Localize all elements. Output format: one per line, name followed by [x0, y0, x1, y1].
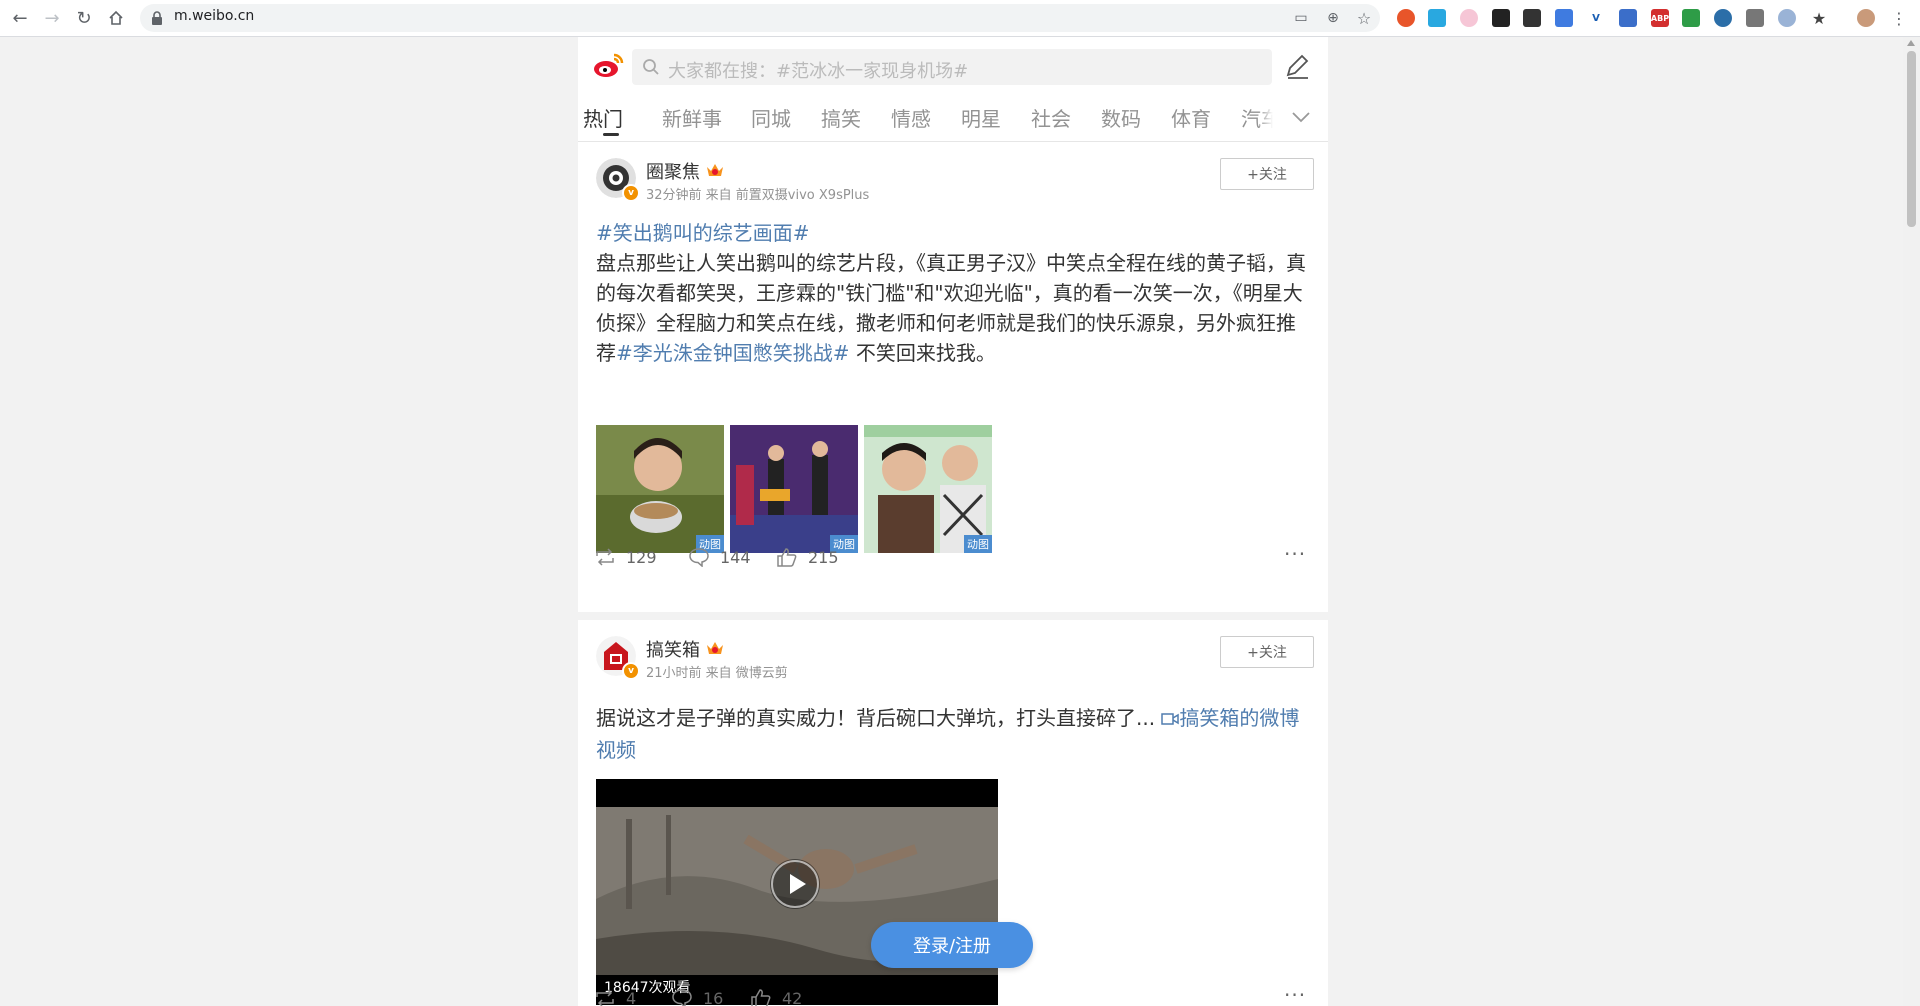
weibo-page: 大家都在搜：#范冰冰一家现身机场# 热门 新鲜事 同城 搞笑 情感 明星 社会 …	[578, 37, 1328, 1006]
tab-stars[interactable]: 明星	[961, 103, 1001, 132]
scroll-up-arrow-icon[interactable]	[1907, 40, 1915, 46]
vip-crown-icon	[706, 162, 724, 178]
tab-emotion[interactable]: 情感	[891, 103, 931, 132]
bookmark-star-icon[interactable]: ☆	[1355, 9, 1373, 28]
zoom-icon[interactable]: ⊕	[1324, 9, 1342, 27]
repost-button[interactable]: 4	[594, 983, 636, 1006]
menu-dots-icon[interactable]: ⋮	[1890, 9, 1908, 28]
category-tabs: 热门 新鲜事 同城 搞笑 情感 明星 社会 数码 体育 汽车	[578, 101, 1328, 136]
repost-count: 4	[626, 988, 637, 1006]
browser-toolbar: ← → ↻ m.weibo.cn ▭ ⊕ ☆ V ABP ★ ⋮	[0, 0, 1920, 37]
home-icon[interactable]	[104, 6, 128, 30]
like-button[interactable]: 42	[750, 983, 802, 1006]
post-image[interactable]: 动图	[864, 425, 992, 553]
reload-icon[interactable]: ↻	[72, 6, 96, 30]
extension-blue-circle-icon[interactable]	[1778, 9, 1796, 27]
comment-button[interactable]: 16	[671, 983, 723, 1006]
repost-icon	[596, 548, 614, 566]
comment-button[interactable]: 144	[688, 542, 751, 572]
follow-button[interactable]: +关注	[1220, 636, 1314, 668]
post-text: #笑出鹅叫的综艺画面# 盘点那些让人笑出鹅叫的综艺片段，《真正男子汉》中笑点全程…	[596, 218, 1310, 368]
post-body-text: 据说这才是子弹的真实威力！背后碗口大弹坑，打头直接碎了...	[596, 706, 1156, 730]
comment-count: 144	[720, 547, 751, 567]
cast-icon[interactable]: ▭	[1292, 9, 1310, 27]
more-options-icon[interactable]: ···	[1284, 542, 1306, 566]
compose-pencil-icon[interactable]	[1282, 51, 1312, 81]
video-player[interactable]: 18647次观看	[596, 779, 998, 1005]
extensions-star-icon[interactable]: ★	[1810, 9, 1828, 28]
page-scrollbar[interactable]	[1903, 37, 1920, 1006]
tab-local[interactable]: 同城	[751, 103, 791, 132]
tab-funny[interactable]: 搞笑	[821, 103, 861, 132]
post-actions-2: 4 16 42 ···	[578, 983, 1328, 1006]
post-meta: 32分钟前 来自 前置双摄vivo X9sPlus	[646, 188, 870, 203]
login-register-button[interactable]: 登录/注册	[871, 922, 1033, 968]
url-text[interactable]: m.weibo.cn	[174, 8, 254, 24]
chevron-down-icon[interactable]	[1290, 109, 1312, 123]
feed-post: v 圈聚焦 32分钟前 来自 前置双摄vivo X9sPlus +关注 #笑出鹅…	[578, 142, 1328, 612]
comment-icon	[672, 989, 692, 1006]
post-topic-link[interactable]: #笑出鹅叫的综艺画面#	[596, 218, 1310, 248]
search-icon	[642, 58, 660, 76]
vip-crown-icon	[706, 640, 724, 656]
post-image[interactable]: 动图	[730, 425, 858, 553]
extension-pink-icon[interactable]	[1460, 9, 1478, 27]
lock-icon	[150, 10, 166, 26]
tab-sports[interactable]: 体育	[1171, 103, 1211, 132]
search-box[interactable]: 大家都在搜：#范冰冰一家现身机场#	[632, 49, 1272, 85]
verified-badge-icon: v	[622, 662, 640, 680]
like-button[interactable]: 215	[776, 542, 839, 572]
comment-count: 16	[703, 988, 724, 1006]
extension-v-icon[interactable]: V	[1587, 9, 1605, 27]
extension-abp-icon[interactable]: ABP	[1651, 9, 1669, 27]
extension-green-shield-icon[interactable]	[1682, 9, 1700, 27]
forward-icon[interactable]: →	[40, 6, 64, 30]
extension-globe-icon[interactable]	[1714, 9, 1732, 27]
tab-society[interactable]: 社会	[1031, 103, 1071, 132]
tab-digital[interactable]: 数码	[1101, 103, 1141, 132]
weibo-logo-icon[interactable]	[592, 49, 624, 81]
tab-hot[interactable]: 热门	[583, 103, 623, 132]
repost-icon	[596, 989, 614, 1006]
like-icon	[777, 548, 797, 567]
follow-button[interactable]: +关注	[1220, 158, 1314, 190]
like-count: 215	[808, 547, 839, 567]
tab-auto[interactable]: 汽车	[1241, 103, 1273, 132]
active-tab-indicator	[603, 133, 619, 136]
extension-ghost-icon[interactable]	[1523, 9, 1541, 27]
scrollbar-thumb[interactable]	[1907, 51, 1916, 227]
extension-glasses-icon[interactable]	[1492, 9, 1510, 27]
post-image[interactable]: 动图	[596, 425, 724, 553]
extension-weibo-icon[interactable]	[1397, 9, 1415, 27]
repost-button[interactable]: 129	[594, 542, 657, 572]
search-placeholder: 大家都在搜：#范冰冰一家现身机场#	[668, 61, 969, 82]
post-divider	[578, 612, 1328, 620]
post-body-tail: 不笑回来找我。	[849, 341, 996, 365]
post-text: 据说这才是子弹的真实威力！背后碗口大弹坑，打头直接碎了... 搞笑箱的微博视频	[596, 702, 1310, 766]
like-icon	[751, 989, 771, 1006]
post-meta: 21小时前 来自 微博云剪	[646, 666, 788, 681]
more-options-icon[interactable]: ···	[1284, 983, 1306, 1006]
verified-badge-icon: v	[622, 184, 640, 202]
post-username[interactable]: 圈聚焦	[646, 158, 700, 184]
inline-topic-link[interactable]: #李光洙金钟国憋笑挑战#	[616, 341, 850, 365]
address-bar[interactable]	[140, 4, 1380, 32]
like-count: 42	[782, 988, 803, 1006]
extension-shield-icon[interactable]	[1555, 9, 1573, 27]
extension-translate2-icon[interactable]	[1746, 9, 1764, 27]
tab-fresh[interactable]: 新鲜事	[662, 103, 722, 132]
repost-count: 129	[626, 547, 657, 567]
post-username[interactable]: 搞笑箱	[646, 636, 700, 662]
weibo-header: 大家都在搜：#范冰冰一家现身机场# 热门 新鲜事 同城 搞笑 情感 明星 社会 …	[578, 37, 1328, 142]
back-icon[interactable]: ←	[8, 6, 32, 30]
post-actions: 129 144 215 ···	[578, 542, 1328, 572]
extension-translate-icon[interactable]	[1428, 9, 1446, 27]
extension-calendar-icon[interactable]	[1619, 9, 1637, 27]
video-camera-icon	[1161, 713, 1180, 725]
comment-icon	[689, 548, 709, 567]
profile-avatar-icon[interactable]	[1857, 9, 1875, 27]
play-button[interactable]	[770, 859, 820, 909]
